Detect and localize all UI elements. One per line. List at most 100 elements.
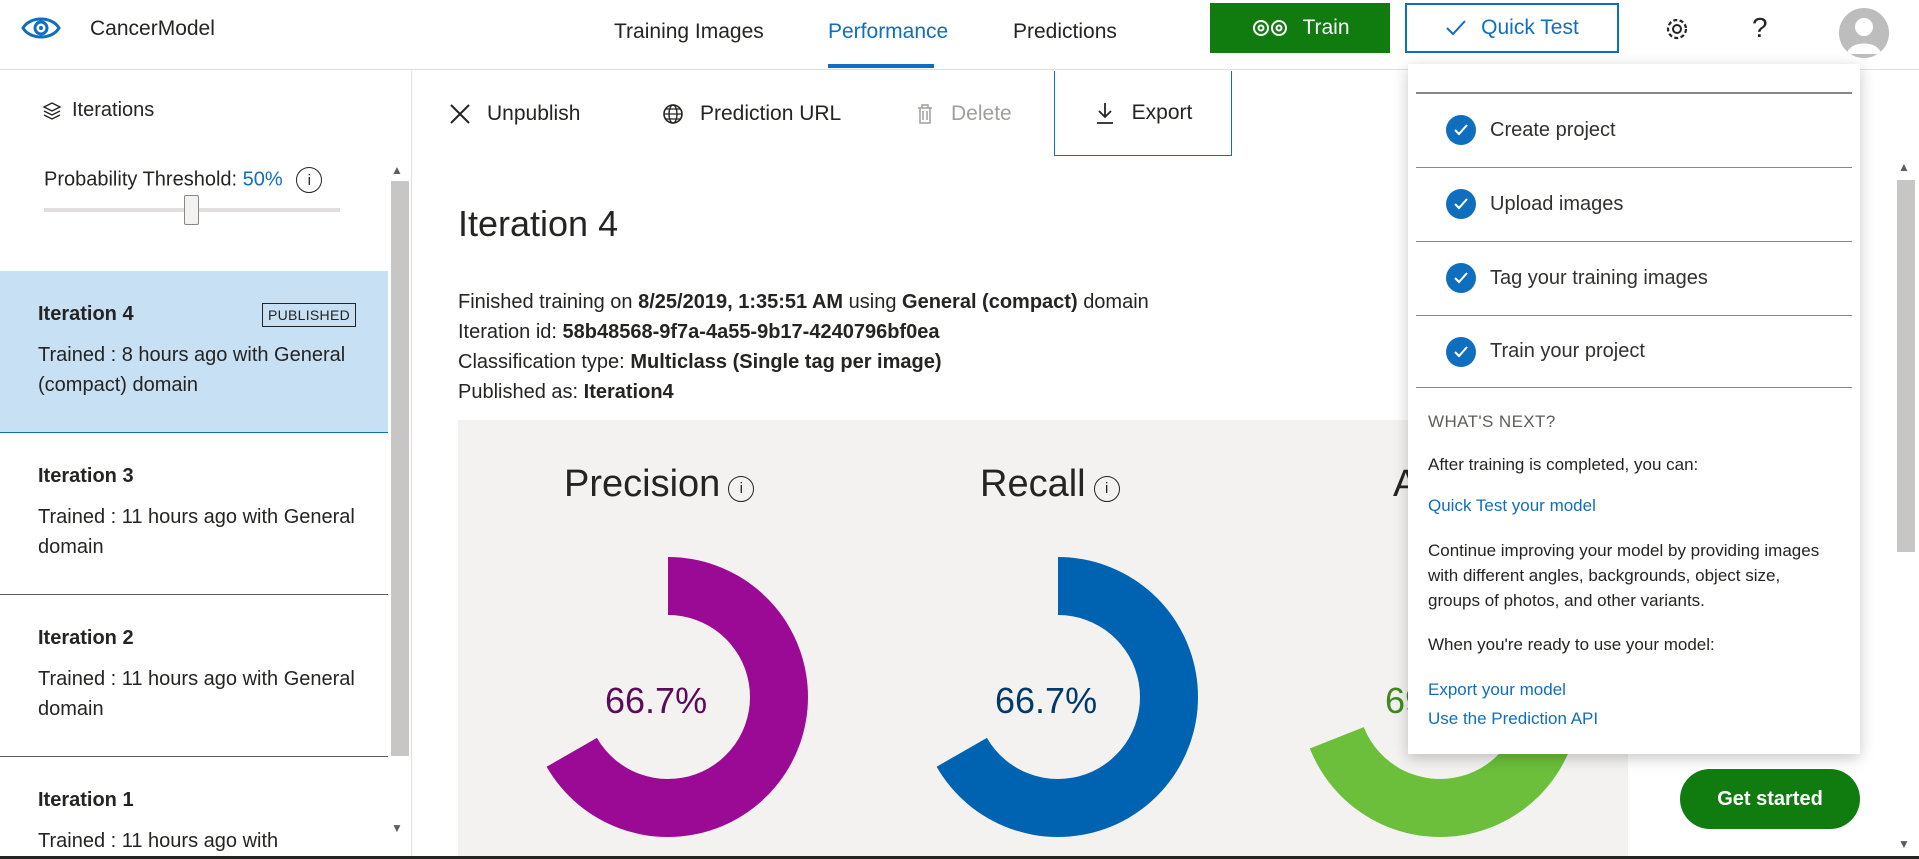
step-label: Tag your training images bbox=[1490, 266, 1708, 289]
threshold-value: 50% bbox=[242, 168, 283, 191]
step-tag-images[interactable]: Tag your training images bbox=[1416, 241, 1852, 314]
iteration-item-3[interactable]: Iteration 3 Trained : 11 hours ago with … bbox=[0, 433, 388, 595]
gears-icon bbox=[1253, 20, 1288, 36]
iterations-sidebar: Iterations Probability Threshold: 50% i … bbox=[0, 71, 412, 859]
threshold-slider-handle[interactable] bbox=[184, 195, 199, 225]
unpublish-label: Unpublish bbox=[487, 101, 581, 125]
iteration-details: Finished training on 8/25/2019, 1:35:51 … bbox=[458, 287, 1149, 407]
delete-button[interactable]: Delete bbox=[915, 71, 1012, 156]
info-icon[interactable]: i bbox=[728, 475, 755, 502]
iterations-header: Iterations bbox=[42, 99, 154, 122]
tab-training-images[interactable]: Training Images bbox=[614, 20, 764, 44]
iteration-name: Iteration 3 bbox=[38, 465, 134, 487]
unpublish-button[interactable]: Unpublish bbox=[449, 71, 580, 156]
domain-suffix: domain bbox=[1083, 291, 1149, 313]
scroll-down-icon[interactable]: ▼ bbox=[1898, 837, 1910, 851]
after-training-text: After training is completed, you can: bbox=[1428, 455, 1699, 474]
scroll-up-icon[interactable]: ▲ bbox=[391, 163, 403, 177]
top-nav-bar: CancerModel Training Images Performance … bbox=[0, 0, 1919, 70]
user-icon bbox=[1847, 18, 1881, 54]
published-name: Iteration4 bbox=[583, 381, 674, 403]
close-icon bbox=[450, 103, 470, 124]
gear-icon[interactable] bbox=[1662, 14, 1692, 44]
tab-performance[interactable]: Performance bbox=[828, 20, 948, 44]
precision-value: 66.7% bbox=[605, 680, 708, 721]
info-icon[interactable]: i bbox=[1093, 475, 1120, 502]
check-circle-icon bbox=[1446, 115, 1476, 145]
step-train-project[interactable]: Train your project bbox=[1416, 315, 1852, 388]
precision-label: Precision bbox=[564, 463, 721, 505]
published-badge: PUBLISHED bbox=[261, 303, 356, 327]
export-button[interactable]: Export bbox=[1054, 71, 1232, 156]
iteration-item-4[interactable]: Iteration 4 PUBLISHED Trained : 8 hours … bbox=[0, 271, 388, 433]
iteration-toolbar: Unpublish Prediction URL Delete bbox=[413, 71, 1413, 156]
iteration-id-value: 58b48568-9f7a-4a55-9b17-4240796bf0ea bbox=[562, 321, 940, 343]
prediction-api-link[interactable]: Use the Prediction API bbox=[1428, 709, 1598, 729]
check-icon bbox=[1446, 20, 1466, 36]
train-button[interactable]: Train bbox=[1210, 3, 1390, 53]
classification-label: Classification type: bbox=[458, 351, 625, 373]
iteration-id-label: Iteration id: bbox=[458, 321, 557, 343]
ready-text: When you're ready to use your model: bbox=[1428, 635, 1715, 654]
iteration-desc: Trained : 8 hours ago with General (comp… bbox=[38, 344, 346, 396]
iteration-title: Iteration 4 bbox=[458, 203, 619, 244]
using-text: using bbox=[848, 291, 897, 313]
check-circle-icon bbox=[1446, 336, 1476, 367]
finished-prefix: Finished training on bbox=[458, 291, 633, 313]
active-tab-indicator bbox=[828, 64, 934, 68]
iteration-item-2[interactable]: Iteration 2 Trained : 11 hours ago with … bbox=[0, 595, 388, 757]
globe-icon bbox=[663, 103, 683, 124]
threshold-text: Probability Threshold: bbox=[44, 168, 238, 191]
finished-line: Finished training on 8/25/2019, 1:35:51 … bbox=[458, 287, 1149, 317]
step-label: Train your project bbox=[1490, 340, 1645, 362]
app-title[interactable]: CancerModel bbox=[90, 17, 215, 41]
improve-text: Continue improving your model by providi… bbox=[1428, 541, 1820, 610]
quick-test-label: Quick Test bbox=[1481, 16, 1579, 39]
export-model-link[interactable]: Export your model bbox=[1428, 680, 1566, 700]
delete-label: Delete bbox=[951, 101, 1012, 125]
trash-icon bbox=[918, 103, 932, 124]
probability-threshold-label: Probability Threshold: 50% i bbox=[44, 167, 323, 193]
avatar[interactable] bbox=[1839, 8, 1889, 58]
export-label: Export bbox=[1131, 101, 1193, 124]
prediction-url-button[interactable]: Prediction URL bbox=[662, 71, 841, 156]
iteration-name: Iteration 2 bbox=[38, 627, 134, 649]
scroll-up-icon[interactable]: ▲ bbox=[1898, 160, 1910, 174]
step-create-project[interactable]: Create project bbox=[1416, 93, 1852, 166]
info-icon[interactable]: i bbox=[296, 167, 323, 193]
tab-predictions[interactable]: Predictions bbox=[1013, 20, 1117, 44]
check-circle-icon bbox=[1446, 263, 1476, 293]
prediction-url-label: Prediction URL bbox=[700, 101, 842, 125]
iteration-desc: Trained : 11 hours ago with bbox=[38, 830, 279, 852]
classification-line: Classification type: Multiclass (Single … bbox=[458, 347, 1149, 377]
classification-value: Multiclass (Single tag per image) bbox=[630, 351, 942, 373]
recall-title: Recall i bbox=[980, 463, 1120, 506]
iteration-desc: Trained : 11 hours ago with General doma… bbox=[38, 506, 355, 558]
iteration-name: Iteration 1 bbox=[38, 789, 134, 811]
published-label: Published as: bbox=[458, 381, 579, 403]
domain-value: General (compact) bbox=[902, 291, 1078, 313]
eye-logo-icon[interactable] bbox=[20, 10, 62, 46]
sidebar-scrollbar-thumb[interactable] bbox=[391, 181, 409, 756]
finished-date: 8/25/2019, 1:35:51 AM bbox=[638, 291, 844, 313]
quick-test-button[interactable]: Quick Test bbox=[1405, 3, 1619, 53]
scroll-down-icon[interactable]: ▼ bbox=[391, 821, 403, 835]
recall-value: 66.7% bbox=[995, 680, 1098, 721]
check-circle-icon bbox=[1446, 189, 1476, 219]
help-icon[interactable]: ? bbox=[1752, 12, 1768, 44]
iteration-id-line: Iteration id: 58b48568-9f7a-4a55-9b17-42… bbox=[458, 317, 1149, 347]
iteration-item-1[interactable]: Iteration 1 Trained : 11 hours ago with bbox=[0, 757, 388, 859]
download-icon bbox=[1096, 103, 1113, 124]
train-label: Train bbox=[1302, 16, 1350, 39]
iterations-header-label: Iterations bbox=[72, 99, 155, 121]
whats-next-heading: WHAT'S NEXT? bbox=[1428, 412, 1556, 431]
precision-title: Precision i bbox=[564, 463, 755, 506]
step-label: Upload images bbox=[1490, 192, 1624, 215]
published-line: Published as: Iteration4 bbox=[458, 377, 1149, 407]
step-label: Create project bbox=[1490, 118, 1616, 141]
step-upload-images[interactable]: Upload images bbox=[1416, 167, 1852, 240]
main-scrollbar-thumb[interactable] bbox=[1897, 180, 1915, 552]
quick-test-link[interactable]: Quick Test your model bbox=[1428, 496, 1596, 516]
get-started-button[interactable]: Get started bbox=[1680, 769, 1860, 829]
layers-icon bbox=[42, 101, 62, 120]
